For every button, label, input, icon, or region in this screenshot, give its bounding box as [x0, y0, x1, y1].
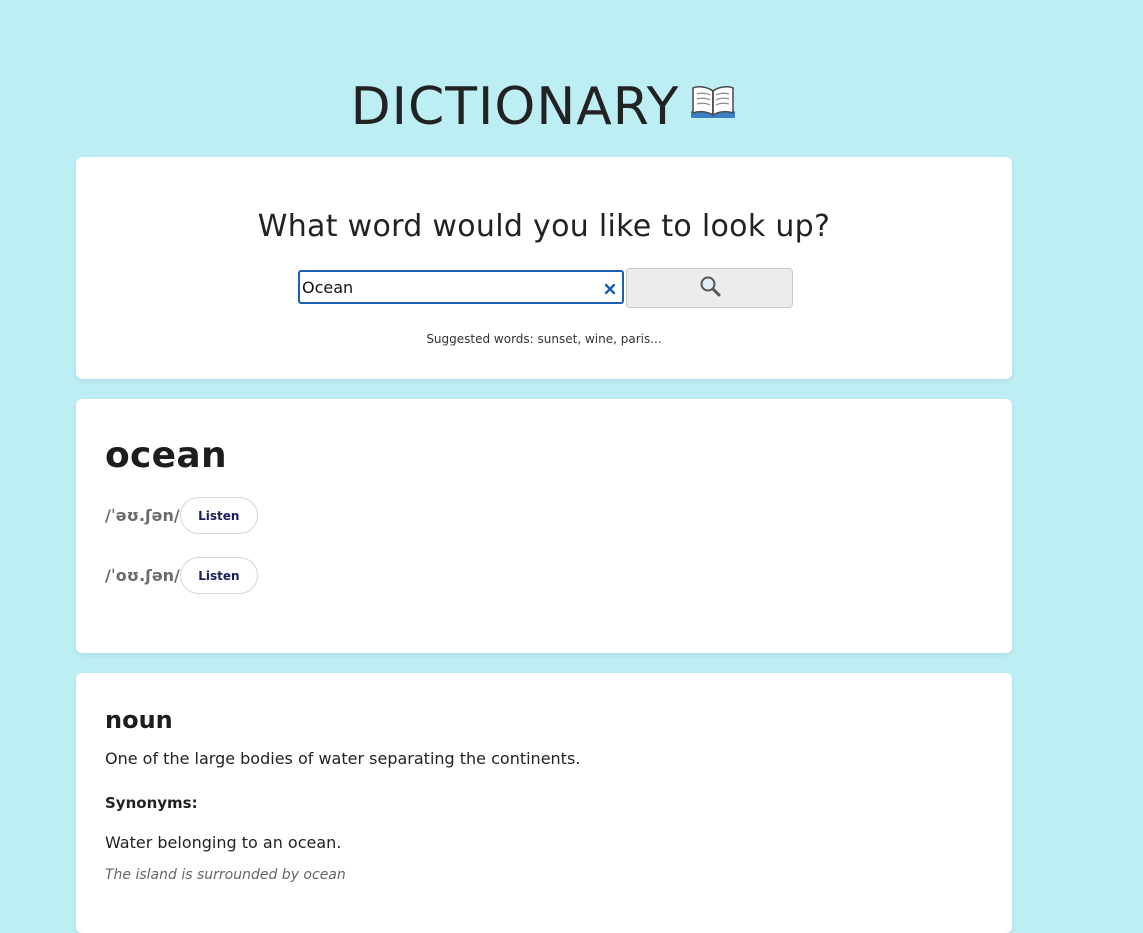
app-title-text: DICTIONARY [350, 77, 680, 137]
phonetic-text: /ˈoʊ.ʃən/ [105, 566, 180, 585]
part-of-speech: noun [105, 706, 173, 734]
definition: Water belonging to an ocean. [105, 833, 342, 852]
example-sentence: The island is surrounded by ocean [105, 867, 346, 883]
search-button[interactable] [626, 268, 793, 308]
definition: One of the large bodies of water separat… [105, 749, 581, 768]
phonetic-row: /ˈəʊ.ʃən/ Listen [105, 497, 258, 534]
close-icon[interactable] [604, 280, 616, 295]
open-book-icon [689, 69, 737, 139]
phonetic-text: /ˈəʊ.ʃən/ [105, 506, 180, 525]
listen-button[interactable]: Listen [179, 497, 258, 534]
search-input[interactable] [300, 272, 592, 302]
suggested-words: Suggested words: sunset, wine, paris... [426, 332, 662, 346]
listen-button[interactable]: Listen [179, 557, 258, 594]
search-card: What word would you like to look up? Sug… [76, 157, 1012, 379]
search-icon [699, 275, 721, 301]
word-card: ocean /ˈəʊ.ʃən/ Listen /ˈoʊ.ʃən/ Listen [76, 399, 1012, 653]
search-question: What word would you like to look up? [257, 209, 831, 244]
phonetic-row: /ˈoʊ.ʃən/ Listen [105, 557, 258, 594]
headword: ocean [105, 435, 227, 476]
synonyms-label: Synonyms: [105, 794, 198, 812]
app-title: DICTIONARY [0, 72, 1088, 145]
meaning-card: noun One of the large bodies of water se… [76, 673, 1012, 933]
search-field[interactable] [298, 270, 624, 304]
